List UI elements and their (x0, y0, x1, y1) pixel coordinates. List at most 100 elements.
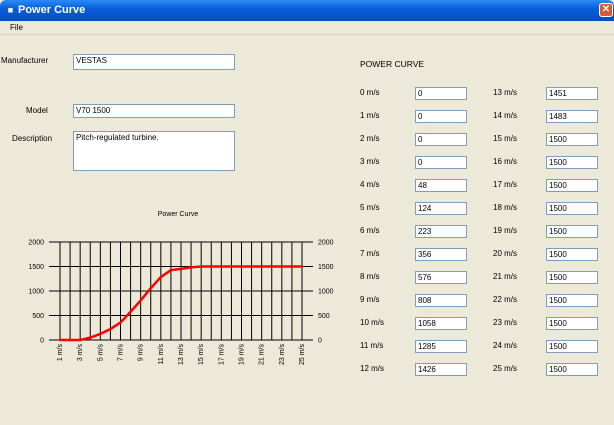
data-point (169, 268, 173, 272)
data-point (68, 338, 72, 342)
left-power-field[interactable]: 356 (415, 248, 467, 261)
power-curve-title: POWER CURVE (360, 59, 425, 69)
data-point (220, 265, 223, 268)
data-point (240, 265, 243, 268)
data-point (210, 265, 213, 268)
close-button[interactable]: ✕ (599, 3, 613, 17)
close-icon: ✕ (601, 4, 611, 15)
right-power-field[interactable]: 1500 (546, 133, 598, 146)
right-label: 13 m/s (493, 88, 518, 97)
right-label: 17 m/s (493, 180, 518, 189)
right-label: 18 m/s (493, 203, 518, 212)
title-bar[interactable]: ■ Power Curve ✕ (0, 0, 614, 21)
app-icon: ■ (7, 5, 14, 15)
data-point (290, 265, 294, 268)
y-tick-label-left: 500 (32, 313, 44, 320)
right-power-field[interactable]: 1500 (546, 225, 598, 238)
data-point (300, 265, 304, 268)
menu-file[interactable]: File (10, 23, 23, 32)
y-tick-label-left: 2000 (28, 240, 44, 247)
left-power-field[interactable]: 48 (415, 179, 467, 192)
right-label: 21 m/s (493, 272, 518, 281)
data-point (189, 266, 193, 269)
left-label: 11 m/s (360, 341, 384, 350)
left-power-field[interactable]: 223 (415, 225, 467, 238)
right-label: 24 m/s (493, 341, 518, 350)
x-tick-label: 25 m/s (299, 344, 306, 366)
left-label: 3 m/s (360, 157, 380, 166)
left-power-field[interactable]: 1426 (415, 363, 467, 376)
left-power-field[interactable]: 0 (415, 87, 467, 100)
left-label: 4 m/s (360, 180, 380, 189)
data-point (230, 265, 233, 268)
y-tick-label-right: 500 (318, 313, 330, 320)
data-point (159, 275, 163, 279)
window-title: Power Curve (18, 4, 86, 16)
right-power-field[interactable]: 1500 (546, 202, 598, 215)
x-tick-label: 23 m/s (279, 344, 286, 366)
client-area: Manufacturer VESTAS Model V70 1500 Descr… (0, 36, 614, 425)
x-tick-label: 3 m/s (77, 344, 84, 362)
left-power-field[interactable]: 808 (415, 294, 467, 307)
right-power-field[interactable]: 1500 (546, 248, 598, 261)
right-power-field[interactable]: 1500 (546, 156, 598, 169)
data-point (89, 336, 92, 339)
left-label: 10 m/s (360, 318, 385, 327)
right-label: 22 m/s (493, 295, 518, 304)
left-power-field[interactable]: 576 (415, 271, 467, 284)
x-tick-label: 15 m/s (198, 344, 205, 366)
right-label: 16 m/s (493, 157, 518, 166)
left-power-field[interactable]: 0 (415, 133, 467, 146)
y-tick-label-right: 0 (318, 338, 322, 345)
y-tick-label-right: 2000 (318, 240, 334, 247)
right-label: 14 m/s (493, 111, 518, 120)
data-point (199, 265, 203, 268)
x-tick-label: 11 m/s (158, 344, 165, 365)
left-power-field[interactable]: 1058 (415, 317, 467, 330)
data-point (280, 265, 284, 268)
data-point (99, 332, 102, 336)
y-tick-label-left: 0 (40, 338, 44, 345)
power-curve-chart: Power Curve 0 500 1000 1500 2000 0 500 1000 150… (28, 211, 334, 366)
data-point (78, 338, 82, 342)
right-power-field[interactable]: 1500 (546, 271, 598, 284)
left-power-field[interactable]: 0 (415, 156, 467, 169)
right-power-field[interactable]: 1500 (546, 317, 598, 330)
right-power-field[interactable]: 1500 (546, 363, 598, 376)
y-tick-label-right: 1500 (318, 264, 334, 271)
left-label: 6 m/s (360, 226, 380, 235)
menu-bar: File (0, 21, 614, 35)
right-power-field[interactable]: 1500 (546, 294, 598, 307)
data-point (270, 265, 273, 268)
x-tick-label: 5 m/s (97, 344, 104, 362)
data-point (119, 321, 122, 324)
right-label: 19 m/s (493, 226, 518, 235)
left-power-field[interactable]: 0 (415, 110, 467, 123)
left-label: 12 m/s (360, 364, 385, 373)
y-axis-left: 0 500 1000 1500 2000 (28, 240, 44, 345)
data-point (58, 338, 62, 342)
left-power-field[interactable]: 124 (415, 202, 467, 215)
left-label: 5 m/s (360, 203, 380, 212)
x-tick-label: 13 m/s (178, 344, 185, 366)
right-label: 25 m/s (493, 364, 518, 373)
data-point (109, 327, 112, 331)
left-power-field[interactable]: 1285 (415, 340, 467, 353)
chart-title: Power Curve (158, 211, 199, 218)
x-tick-label: 1 m/s (57, 344, 64, 362)
right-power-field[interactable]: 1483 (546, 110, 598, 123)
x-tick-label: 9 m/s (138, 344, 145, 362)
left-label: 7 m/s (360, 249, 380, 258)
data-point (129, 310, 132, 313)
chart-grid (49, 241, 313, 341)
y-tick-label-right: 1000 (318, 289, 334, 296)
x-tick-label: 7 m/s (118, 344, 125, 362)
data-point (260, 265, 263, 268)
x-tick-label: 21 m/s (259, 344, 266, 366)
left-label: 2 m/s (360, 134, 380, 143)
right-label: 15 m/s (493, 134, 518, 143)
right-power-field[interactable]: 1500 (546, 340, 598, 353)
right-power-field[interactable]: 1500 (546, 179, 598, 192)
power-curve-window: ■ Power Curve ✕ File Manufacturer VESTAS… (0, 0, 614, 425)
right-power-field[interactable]: 1451 (546, 87, 598, 100)
